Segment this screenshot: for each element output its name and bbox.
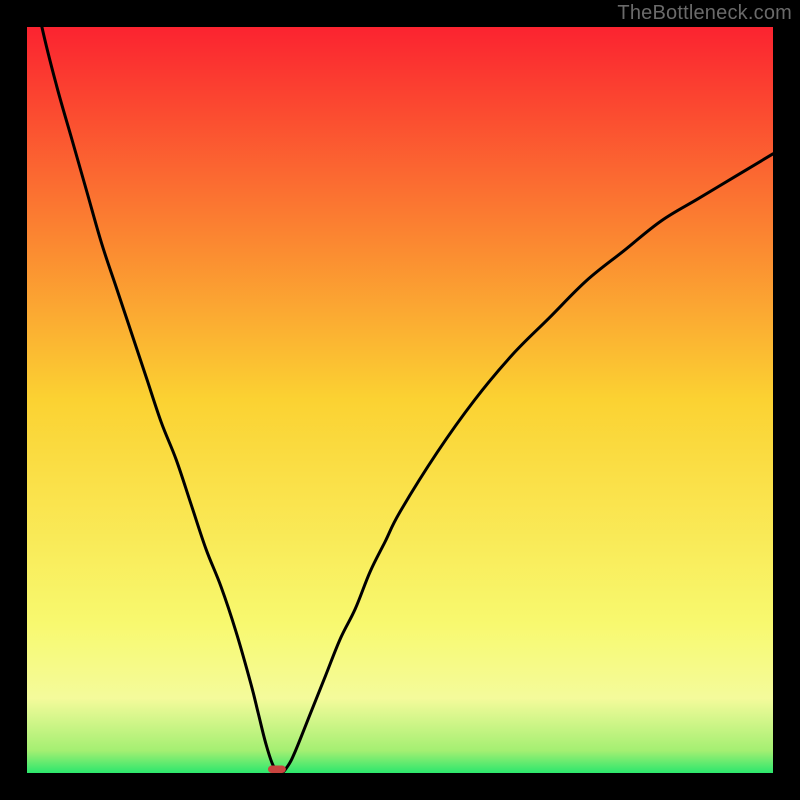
gradient-background [27,27,773,773]
optimum-marker [268,766,286,773]
chart-svg [27,27,773,773]
chart-container: TheBottleneck.com [0,0,800,800]
plot-area [27,27,773,773]
attribution-text: TheBottleneck.com [617,2,792,25]
